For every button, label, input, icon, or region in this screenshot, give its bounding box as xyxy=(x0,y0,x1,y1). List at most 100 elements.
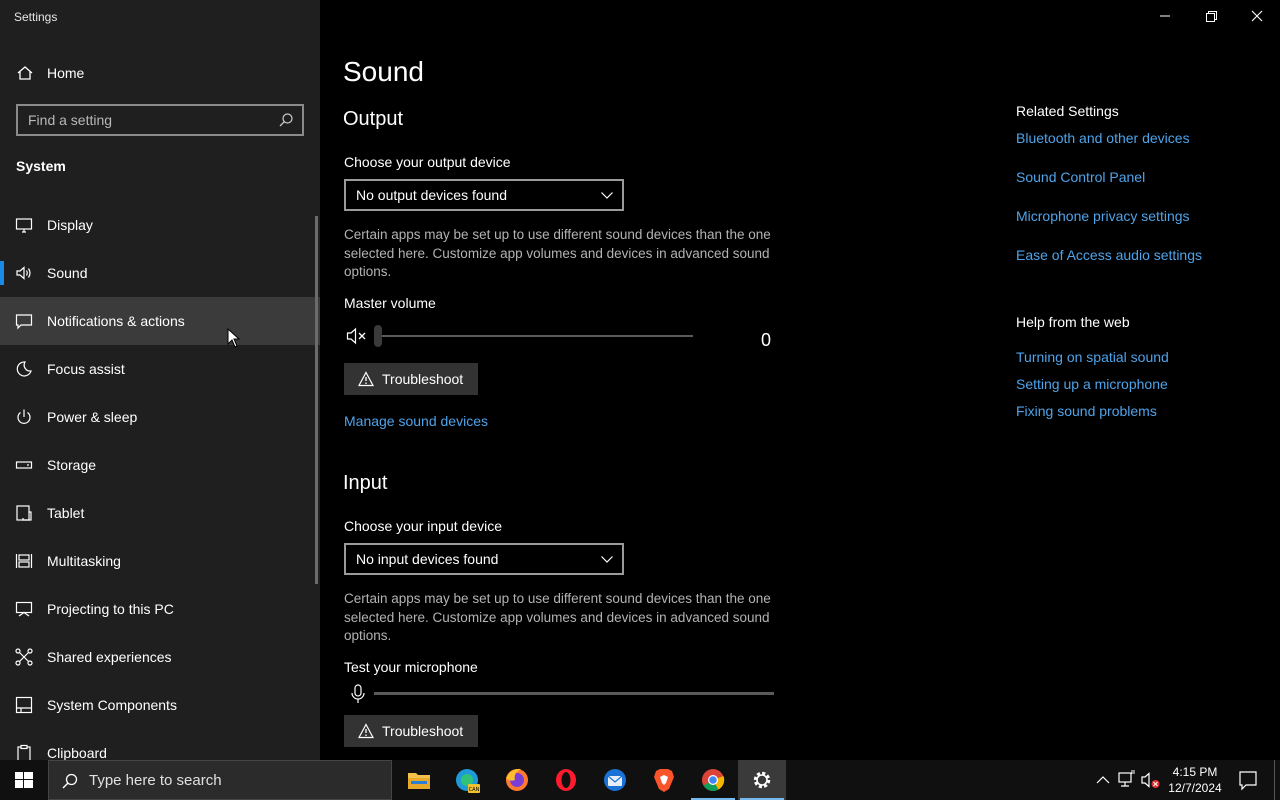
output-troubleshoot-button[interactable]: Troubleshoot xyxy=(344,363,478,395)
find-setting-input[interactable]: Find a setting xyxy=(16,104,304,136)
input-device-value: No input devices found xyxy=(356,551,499,567)
selection-indicator xyxy=(0,261,4,285)
clipboard-icon xyxy=(17,744,31,760)
volume-muted-tray-icon[interactable] xyxy=(1140,760,1162,800)
sidebar-item-label: System Components xyxy=(47,697,177,713)
output-device-value: No output devices found xyxy=(356,187,507,203)
output-device-dropdown[interactable]: No output devices found xyxy=(344,179,624,211)
sidebar-item-label: Tablet xyxy=(47,505,85,521)
notification-icon xyxy=(15,314,33,330)
taskbar-app-file-explorer[interactable] xyxy=(395,760,443,800)
sidebar-item-notifications[interactable]: Notifications & actions xyxy=(0,297,320,345)
settings-gear-icon xyxy=(753,771,771,789)
microphone-icon xyxy=(351,684,365,703)
troubleshoot-label: Troubleshoot xyxy=(382,371,464,387)
muted-speaker-icon[interactable] xyxy=(346,326,368,346)
sidebar-item-clipboard[interactable]: Clipboard xyxy=(0,729,320,760)
sidebar-home[interactable]: Home xyxy=(0,56,320,90)
shared-experiences-icon xyxy=(15,648,33,666)
taskbar-app-firefox[interactable] xyxy=(493,760,541,800)
sound-control-panel-link[interactable]: Sound Control Panel xyxy=(1016,169,1145,185)
input-troubleshoot-button[interactable]: Troubleshoot xyxy=(344,715,478,747)
master-volume-thumb[interactable] xyxy=(374,325,382,347)
taskbar-app-settings[interactable] xyxy=(738,760,786,800)
thunderbird-icon xyxy=(604,769,626,791)
test-microphone-label: Test your microphone xyxy=(344,659,478,675)
sidebar-item-label: Sound xyxy=(47,265,88,281)
input-device-label: Choose your input device xyxy=(344,518,502,534)
input-heading: Input xyxy=(343,472,388,494)
sidebar-item-label: Projecting to this PC xyxy=(47,601,174,617)
close-button[interactable] xyxy=(1234,0,1280,32)
brave-icon xyxy=(654,769,674,792)
network-icon[interactable] xyxy=(1116,760,1138,800)
firefox-icon xyxy=(506,768,528,791)
taskbar-app-brave[interactable] xyxy=(640,760,688,800)
warning-icon xyxy=(358,371,374,387)
help-link-spatial-sound[interactable]: Turning on spatial sound xyxy=(1016,349,1169,365)
restore-button[interactable] xyxy=(1188,0,1234,32)
projecting-icon xyxy=(15,601,33,617)
related-settings-heading: Related Settings xyxy=(1016,103,1119,119)
master-volume-value: 0 xyxy=(761,330,772,350)
search-icon xyxy=(279,113,293,127)
app-title: Settings xyxy=(14,10,58,24)
microphone-privacy-link[interactable]: Microphone privacy settings xyxy=(1016,208,1190,224)
taskbar-app-chrome[interactable] xyxy=(689,760,737,800)
action-center-icon[interactable] xyxy=(1234,760,1262,800)
sidebar-item-projecting[interactable]: Projecting to this PC xyxy=(0,585,320,633)
sidebar-item-label: Multitasking xyxy=(47,553,121,569)
taskbar-app-edge-canary[interactable]: CAN xyxy=(444,760,492,800)
output-heading: Output xyxy=(343,108,404,130)
home-icon xyxy=(17,66,33,80)
power-icon xyxy=(17,409,31,424)
show-desktop-button[interactable] xyxy=(1274,760,1275,800)
warning-icon xyxy=(358,723,374,739)
help-heading: Help from the web xyxy=(1016,314,1130,330)
start-button[interactable] xyxy=(0,760,48,800)
show-hidden-icons-chevron-icon[interactable] xyxy=(1094,760,1112,800)
taskbar-app-opera[interactable] xyxy=(542,760,590,800)
sidebar-item-label: Shared experiences xyxy=(47,649,172,665)
clock-time: 4:15 PM xyxy=(1172,765,1218,779)
sidebar-item-multitasking[interactable]: Multitasking xyxy=(0,537,320,585)
sidebar-item-system-components[interactable]: System Components xyxy=(0,681,320,729)
ease-of-access-audio-link[interactable]: Ease of Access audio settings xyxy=(1016,247,1202,263)
sidebar-item-label: Storage xyxy=(47,457,97,473)
bluetooth-devices-link[interactable]: Bluetooth and other devices xyxy=(1016,130,1190,146)
taskbar-app-thunderbird[interactable] xyxy=(591,760,639,800)
sidebar: Settings Home Find a setting System Disp… xyxy=(0,0,320,760)
taskbar-clock[interactable]: 4:15 PM 12/7/2024 xyxy=(1160,764,1230,796)
multitasking-icon xyxy=(15,554,33,568)
sidebar-item-label: Display xyxy=(47,217,93,233)
sidebar-item-shared-experiences[interactable]: Shared experiences xyxy=(0,633,320,681)
clock-date: 12/7/2024 xyxy=(1168,781,1222,795)
tablet-icon xyxy=(16,505,32,521)
sidebar-item-label: Notifications & actions xyxy=(47,313,185,329)
help-link-sound-problems[interactable]: Fixing sound problems xyxy=(1016,403,1157,419)
manage-sound-devices-link[interactable]: Manage sound devices xyxy=(344,413,488,429)
restore-icon xyxy=(1206,11,1217,22)
sidebar-item-storage[interactable]: Storage xyxy=(0,441,320,489)
minimize-button[interactable] xyxy=(1142,0,1188,32)
sidebar-item-power-sleep[interactable]: Power & sleep xyxy=(0,393,320,441)
taskbar: Type here to search CAN 4:15 PM 12/7/202… xyxy=(0,760,1280,800)
taskbar-search-box[interactable]: Type here to search xyxy=(48,760,392,800)
page-title: Sound xyxy=(343,56,424,87)
sidebar-item-display[interactable]: Display xyxy=(0,201,320,249)
master-volume-track[interactable] xyxy=(378,335,693,337)
help-link-microphone[interactable]: Setting up a microphone xyxy=(1016,376,1168,392)
input-device-dropdown[interactable]: No input devices found xyxy=(344,543,624,575)
sidebar-item-focus-assist[interactable]: Focus assist xyxy=(0,345,320,393)
section-label-system: System xyxy=(16,158,66,174)
close-icon xyxy=(1251,10,1263,22)
sidebar-home-label: Home xyxy=(47,65,85,81)
sidebar-scrollbar[interactable] xyxy=(315,216,318,584)
search-icon xyxy=(62,773,78,789)
opera-icon xyxy=(556,769,576,791)
search-placeholder: Find a setting xyxy=(28,112,113,128)
svg-text:CAN: CAN xyxy=(469,787,480,793)
storage-icon xyxy=(15,461,33,469)
sidebar-item-sound[interactable]: Sound xyxy=(0,249,320,297)
sidebar-item-tablet[interactable]: Tablet xyxy=(0,489,320,537)
